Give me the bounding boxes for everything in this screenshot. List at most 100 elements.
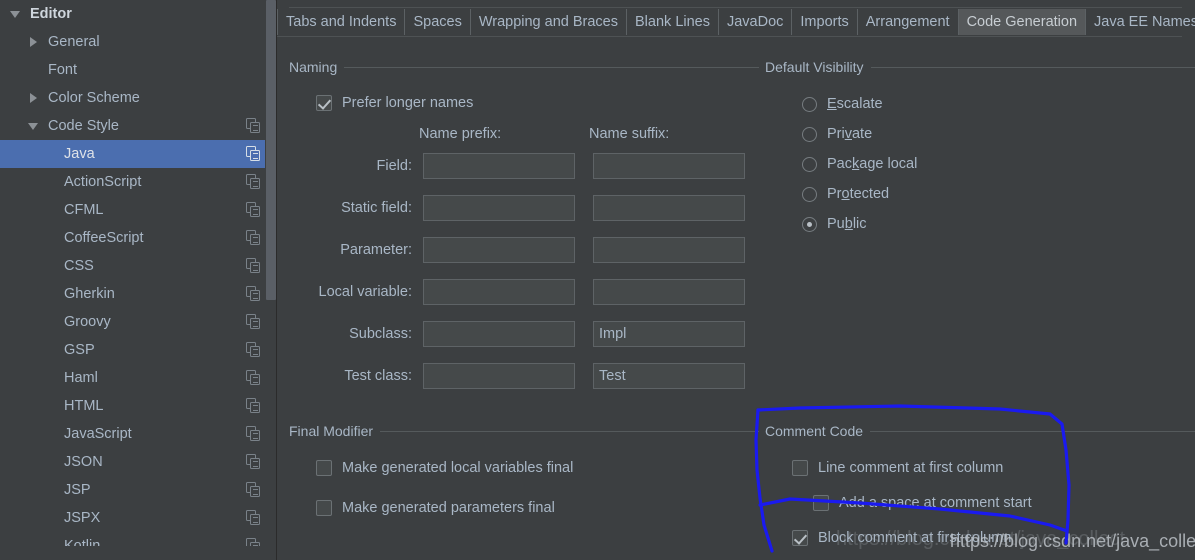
copy-scheme-icon[interactable] bbox=[246, 426, 262, 442]
prefix-input-subclass[interactable] bbox=[423, 321, 575, 347]
tree-item-color-scheme[interactable]: Color Scheme bbox=[0, 84, 277, 112]
copy-scheme-icon[interactable] bbox=[246, 314, 262, 330]
tab-wrapping-and-braces[interactable]: Wrapping and Braces bbox=[470, 9, 628, 35]
tree-item-haml[interactable]: Haml bbox=[0, 364, 277, 392]
naming-group-rule bbox=[289, 67, 759, 68]
tree-item-javascript[interactable]: JavaScript bbox=[0, 420, 277, 448]
copy-scheme-icon[interactable] bbox=[246, 370, 262, 386]
tab-arrangement[interactable]: Arrangement bbox=[857, 9, 959, 35]
suffix-input-subclass[interactable] bbox=[593, 321, 745, 347]
tab-blank-lines[interactable]: Blank Lines bbox=[627, 9, 719, 35]
chevron-right-icon[interactable] bbox=[26, 34, 42, 50]
suffix-input-parameter[interactable] bbox=[593, 237, 745, 263]
tree-item-editor[interactable]: Editor bbox=[0, 0, 277, 28]
prefix-input-local-variable[interactable] bbox=[423, 279, 575, 305]
copy-scheme-icon[interactable] bbox=[246, 342, 262, 358]
copy-scheme-icon[interactable] bbox=[246, 174, 262, 190]
copy-scheme-icon[interactable] bbox=[246, 398, 262, 414]
tab-imports[interactable]: Imports bbox=[792, 9, 858, 35]
tree-item-json[interactable]: JSON bbox=[0, 448, 277, 476]
tree-item-css[interactable]: CSS bbox=[0, 252, 277, 280]
chevron-right-icon[interactable] bbox=[26, 90, 42, 106]
tab-javadoc[interactable]: JavaDoc bbox=[718, 9, 793, 35]
tree-item-coffeescript[interactable]: CoffeeScript bbox=[0, 224, 277, 252]
checkbox-label: Add a space at comment start bbox=[839, 495, 1032, 511]
radio-indicator[interactable] bbox=[802, 126, 817, 142]
prefix-input-parameter[interactable] bbox=[423, 237, 575, 263]
copy-scheme-icon[interactable] bbox=[246, 118, 262, 134]
copy-scheme-icon[interactable] bbox=[246, 482, 262, 498]
settings-tree[interactable]: Editor General Font Color Scheme Code Style J… bbox=[0, 0, 277, 560]
radio-public[interactable]: Public bbox=[802, 216, 867, 232]
checkbox-line-comment-at-first-column[interactable]: Line comment at first column bbox=[792, 460, 1003, 476]
radio-label: Private bbox=[827, 126, 873, 142]
tab-tabs-and-indents[interactable]: Tabs and Indents bbox=[277, 9, 406, 35]
radio-private[interactable]: Private bbox=[802, 126, 872, 142]
settings-window: Editor General Font Color Scheme Code Style J… bbox=[0, 0, 1195, 560]
tab-code-generation[interactable]: Code Generation bbox=[958, 9, 1087, 35]
tab-spaces[interactable]: Spaces bbox=[405, 9, 471, 35]
prefix-input-field[interactable] bbox=[423, 153, 575, 179]
tree-item-actionscript[interactable]: ActionScript bbox=[0, 168, 277, 196]
radio-escalate[interactable]: Escalate bbox=[802, 96, 883, 112]
copy-scheme-icon[interactable] bbox=[246, 258, 262, 274]
sidebar-bottom-filler bbox=[0, 546, 277, 560]
copy-scheme-icon[interactable] bbox=[246, 454, 262, 470]
code-style-tabstrip[interactable]: Tabs and Indents Spaces Wrapping and Brace… bbox=[277, 9, 1195, 35]
chevron-down-icon[interactable] bbox=[26, 118, 42, 134]
radio-protected[interactable]: Protected bbox=[802, 186, 889, 202]
checkbox-indicator[interactable] bbox=[792, 530, 808, 546]
tree-item-general[interactable]: General bbox=[0, 28, 277, 56]
radio-indicator[interactable] bbox=[802, 186, 817, 202]
checkbox-make-generated-local-variables-final[interactable]: Make generated local variables final bbox=[316, 460, 573, 476]
tree-scrollbar-thumb[interactable] bbox=[266, 0, 276, 300]
copy-scheme-icon[interactable] bbox=[246, 510, 262, 526]
copy-scheme-icon[interactable] bbox=[246, 146, 262, 162]
copy-scheme-icon[interactable] bbox=[246, 286, 262, 302]
suffix-input-field[interactable] bbox=[593, 153, 745, 179]
tab-java-ee-names[interactable]: Java EE Names bbox=[1086, 9, 1195, 35]
prefer-longer-names-checkbox[interactable] bbox=[316, 95, 332, 111]
prefix-input-test-class[interactable] bbox=[423, 363, 575, 389]
tree-item-groovy[interactable]: Groovy bbox=[0, 308, 277, 336]
tabstrip-bottom-rule bbox=[277, 36, 1182, 37]
radio-label: Protected bbox=[827, 186, 890, 202]
label-parameter: Parameter: bbox=[340, 242, 412, 258]
tree-item-html[interactable]: HTML bbox=[0, 392, 277, 420]
radio-package-local[interactable]: Package local bbox=[802, 156, 917, 172]
chevron-down-icon[interactable] bbox=[8, 6, 24, 22]
suffix-input-test-class[interactable] bbox=[593, 363, 745, 389]
tree-item-gsp[interactable]: GSP bbox=[0, 336, 277, 364]
radio-indicator[interactable] bbox=[802, 156, 817, 172]
tree-item-font[interactable]: Font bbox=[0, 56, 277, 84]
prefix-input-static-field[interactable] bbox=[423, 195, 575, 221]
checkbox-indicator[interactable] bbox=[316, 460, 332, 476]
checkbox-block-comment-at-first-column[interactable]: Block comment at first column bbox=[792, 530, 1011, 546]
checkbox-indicator[interactable] bbox=[316, 500, 332, 516]
tree-item-code-style[interactable]: Code Style bbox=[0, 112, 277, 140]
copy-scheme-icon[interactable] bbox=[246, 202, 262, 218]
tree-item-label: Editor bbox=[30, 6, 72, 22]
tree-item-cfml[interactable]: CFML bbox=[0, 196, 277, 224]
label-static-field: Static field: bbox=[341, 200, 412, 216]
naming-group-title: Naming bbox=[289, 59, 345, 75]
tree-item-gherkin[interactable]: Gherkin bbox=[0, 280, 277, 308]
checkbox-add-a-space-at-comment-start[interactable]: Add a space at comment start bbox=[813, 495, 1032, 511]
tree-item-jspx[interactable]: JSPX bbox=[0, 504, 277, 532]
radio-indicator[interactable] bbox=[802, 96, 817, 112]
label-subclass: Subclass: bbox=[349, 326, 412, 342]
tabstrip-top-rule bbox=[289, 7, 1182, 8]
checkbox-make-generated-parameters-final[interactable]: Make generated parameters final bbox=[316, 500, 555, 516]
tree-item-java[interactable]: Java bbox=[0, 140, 277, 168]
suffix-input-local-variable[interactable] bbox=[593, 279, 745, 305]
label-local-variable: Local variable: bbox=[318, 284, 413, 300]
checkbox-indicator[interactable] bbox=[792, 460, 808, 476]
tree-item-label: Color Scheme bbox=[48, 90, 140, 106]
radio-indicator[interactable] bbox=[802, 216, 817, 232]
settings-tree-sidebar[interactable]: Editor General Font Color Scheme Code Style J… bbox=[0, 0, 277, 560]
prefer-longer-names-row[interactable]: Prefer longer names bbox=[316, 95, 473, 111]
checkbox-indicator[interactable] bbox=[813, 495, 829, 511]
suffix-input-static-field[interactable] bbox=[593, 195, 745, 221]
copy-scheme-icon[interactable] bbox=[246, 230, 262, 246]
tree-item-jsp[interactable]: JSP bbox=[0, 476, 277, 504]
